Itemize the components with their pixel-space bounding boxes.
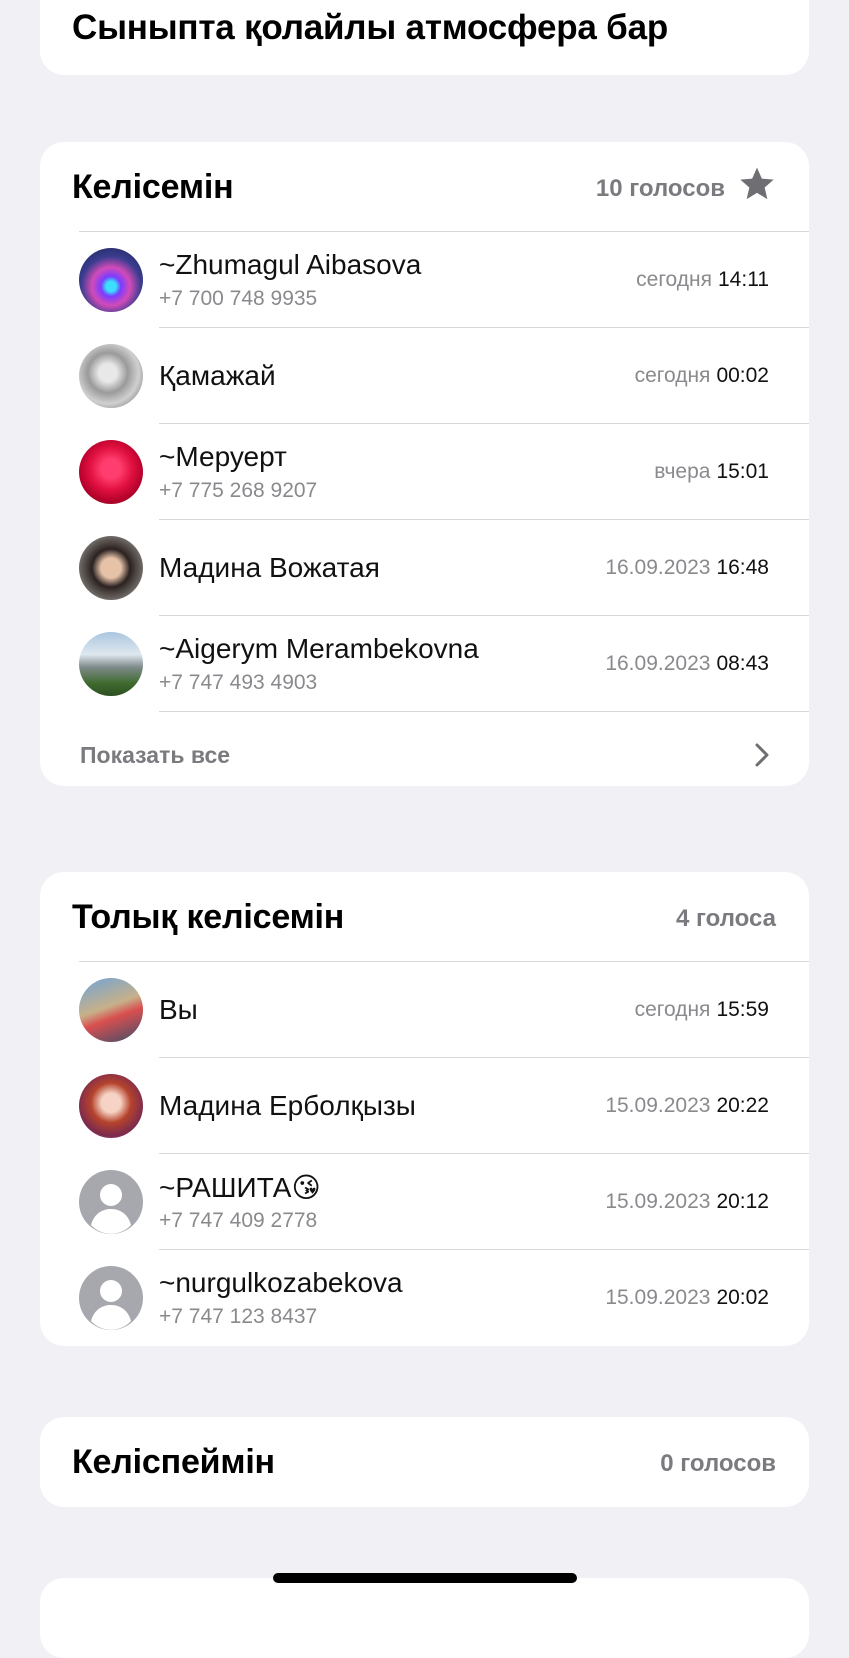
avatar [79, 344, 143, 408]
avatar [79, 1074, 143, 1138]
option-header: Келіспеймін 0 голосов [40, 1417, 809, 1507]
voter-row[interactable]: ~Aigerym Merambekovna +7 747 493 4903 16… [40, 616, 809, 712]
voter-row[interactable]: ~Меруерт +7 775 268 9207 вчера 15:01 [40, 424, 809, 520]
voter-phone: +7 747 409 2778 [159, 1209, 318, 1232]
vote-timestamp: 16.09.2023 08:43 [605, 652, 769, 675]
voter-name: Қамажай [159, 360, 276, 391]
avatar [79, 536, 143, 600]
voter-name: Мадина Вожатая [159, 552, 380, 583]
voter-row[interactable]: Қамажай сегодня 00:02 [40, 328, 809, 424]
voter-phone: +7 775 268 9207 [159, 479, 318, 502]
chevron-right-icon [755, 743, 769, 767]
default-person-icon [79, 1266, 143, 1330]
option-card-fully-agree: Толық келісемін 4 голоса Вы сегодня 15:59… [40, 872, 809, 1346]
default-person-icon [79, 1170, 143, 1234]
voter-phone: +7 747 493 4903 [159, 671, 318, 694]
voter-name: ~Меруерт [159, 441, 287, 472]
avatar [79, 248, 143, 312]
option-card-agree: Келісемін 10 голосов ~Zhumagul Aibasova … [40, 142, 809, 786]
voter-name: Мадина Ерболқызы [159, 1090, 416, 1121]
poll-question-card: Сыныпта қолайлы атмосфера бар [40, 0, 809, 75]
vote-timestamp: 16.09.2023 16:48 [605, 556, 769, 579]
star-icon[interactable] [737, 164, 777, 204]
vote-timestamp: сегодня 00:02 [634, 364, 769, 387]
avatar [79, 978, 143, 1042]
option-title: Келіспеймін [72, 1443, 275, 1481]
poll-question-title: Сыныпта қолайлы атмосфера бар [72, 8, 669, 47]
voter-name: ~nurgulkozabekova [159, 1267, 403, 1298]
vote-count: 4 голоса [675, 905, 776, 932]
option-card-disagree: Келіспеймін 0 голосов [40, 1417, 809, 1507]
avatar [79, 632, 143, 696]
option-title: Толық келісемін [72, 898, 345, 936]
vote-timestamp: 15.09.2023 20:12 [605, 1190, 769, 1213]
vote-timestamp: 15.09.2023 20:02 [605, 1286, 769, 1309]
vote-count: 0 голосов [660, 1450, 776, 1477]
vote-timestamp: 15.09.2023 20:22 [605, 1094, 769, 1117]
voter-row[interactable]: Вы сегодня 15:59 [40, 962, 809, 1058]
vote-timestamp: вчера 15:01 [654, 460, 769, 483]
voter-name: ~РАШИТА😘 [159, 1172, 321, 1203]
vote-timestamp: сегодня 14:11 [636, 268, 769, 291]
voter-row[interactable]: ~Zhumagul Aibasova +7 700 748 9935 сегод… [40, 232, 809, 328]
voter-name: ~Zhumagul Aibasova [159, 249, 422, 280]
voter-row[interactable]: Мадина Ерболқызы 15.09.2023 20:22 [40, 1058, 809, 1154]
show-all-button[interactable]: Показать все [40, 712, 809, 786]
option-card-next [40, 1578, 809, 1658]
voter-name: Вы [159, 994, 198, 1025]
home-indicator[interactable] [273, 1573, 577, 1583]
option-title: Келісемін [72, 168, 234, 206]
voter-phone: +7 700 748 9935 [159, 287, 318, 310]
option-header: Келісемін 10 голосов [40, 142, 809, 232]
option-header: Толық келісемін 4 голоса [40, 872, 809, 962]
vote-timestamp: сегодня 15:59 [634, 998, 769, 1021]
voter-row[interactable]: ~РАШИТА😘 +7 747 409 2778 15.09.2023 20:12 [40, 1154, 809, 1250]
avatar [79, 440, 143, 504]
vote-count: 10 голосов [595, 175, 725, 202]
voter-phone: +7 747 123 8437 [159, 1305, 318, 1328]
voter-name: ~Aigerym Merambekovna [159, 633, 479, 664]
voter-row[interactable]: Мадина Вожатая 16.09.2023 16:48 [40, 520, 809, 616]
voter-row[interactable]: ~nurgulkozabekova +7 747 123 8437 15.09.… [40, 1250, 809, 1346]
show-all-label: Показать все [80, 742, 231, 768]
